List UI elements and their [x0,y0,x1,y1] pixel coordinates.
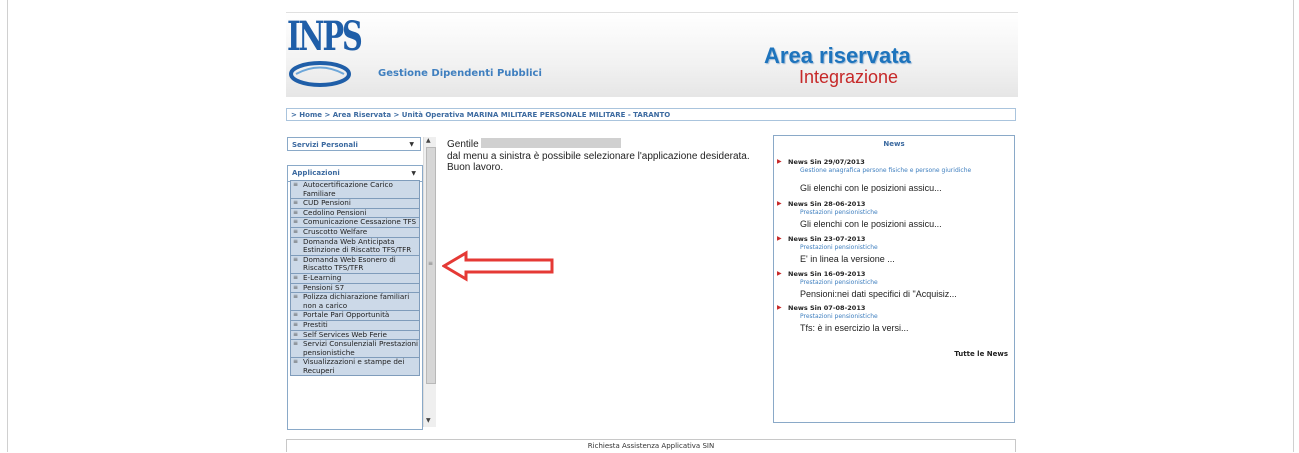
menu-item-label: Pensioni S7 [303,282,345,292]
servizi-label: Servizi Personali [292,141,358,149]
bullet-icon: ≡ [293,218,299,226]
menu-item-label: Cruscotto Welfare [303,226,368,236]
inps-logo[interactable]: INPS [286,15,366,95]
menu-item-label: Polizza dichiarazione familiari non a ca… [303,292,410,310]
menu-item-label: Autocertificazione Carico Familiare [303,180,393,198]
news-text[interactable]: Gli elenchi con le posizioni assicu... [800,183,942,193]
page-left-border [7,0,8,452]
menu-item-label: Domanda Web Esonero di Riscatto TFS/TFR [303,254,396,273]
scroll-up-icon[interactable]: ▲ [426,137,431,144]
bullet-icon: ≡ [293,273,299,281]
menu-item-label: Cedolino Pensioni [303,207,367,217]
news-text[interactable]: Tfs: è in esercizio la versi... [800,323,909,333]
area-subtitle: Integrazione [799,67,899,87]
menu-item-label: Self Services Web Ferie [303,329,387,339]
welcome-line-1: dal menu a sinistra è possibile selezion… [447,150,750,162]
bullet-icon: ≡ [293,208,299,216]
news-category[interactable]: Prestazioni pensionistiche [800,279,1010,286]
news-text[interactable]: E' in linea la versione ... [800,254,895,264]
scroll-down-icon[interactable]: ▼ [426,417,431,424]
bullet-icon: ≡ [293,255,299,263]
news-date: News Sin 23-07-2013 [788,235,866,243]
news-category[interactable]: Gestione anagrafica persone fisiche e pe… [800,167,1010,174]
logo-swoosh-icon [289,61,351,87]
menu-item-label: Comunicazione Cessazione TFS [303,217,417,227]
welcome-line-2: Buon lavoro. [447,162,504,173]
news-bullet-icon: ▶ [777,200,782,207]
menu-item-label: CUD Pensioni [303,198,351,208]
applicazioni-list: ≡ Autocertificazione Carico Familiare ≡ CU… [290,180,420,377]
dropdown-arrow-icon: ▼ [409,141,414,148]
news-title: News [883,140,905,148]
welcome-message: Gentile dal menu a sinistra è possibile … [447,138,767,174]
logo-text: INPS [287,13,363,60]
menu-item-label: E-Learning [303,272,342,282]
all-news-link[interactable]: Tutte le News [954,350,1008,358]
redacted-user-name [481,138,622,148]
page-right-border [1293,0,1294,452]
bullet-icon: ≡ [293,340,299,348]
area-riservata-title: Area riservata [764,43,911,68]
menu-item[interactable]: ≡ Polizza dichiarazione familiari non a c… [290,292,420,312]
applicazioni-label: Applicazioni [292,169,340,177]
menu-item[interactable]: ≡ Servizi Consulenziali Prestazioni pensi… [290,339,420,359]
dropdown-arrow-icon: ▼ [411,170,416,177]
bullet-icon: ≡ [293,199,299,207]
header-subtitle: Gestione Dipendenti Pubblici [378,68,542,79]
menu-item-label: Servizi Consulenziali Prestazioni pensio… [303,339,419,357]
news-category[interactable]: Prestazioni pensionistiche [800,244,1010,251]
news-date: News Sin 07-08-2013 [788,304,866,312]
news-bullet-icon: ▶ [777,235,782,242]
scroll-grip-icon: ≡ [428,260,434,267]
applicazioni-menu: Applicazioni ▼ ≡ Autocertificazione Caric… [287,165,423,430]
news-text[interactable]: Gli elenchi con le posizioni assicu... [800,219,942,229]
menu-item-label: Visualizzazioni e stampe dei Recuperi [303,357,405,375]
menu-item[interactable]: ≡ Visualizzazioni e stampe dei Recuperi [290,357,420,377]
news-bullet-icon: ▶ [777,158,782,165]
news-bullet-icon: ▶ [777,304,782,311]
news-text[interactable]: Pensioni:nei dati specifici di "Acquisiz… [800,289,957,299]
bullet-icon: ≡ [293,283,299,291]
news-category[interactable]: Prestazioni pensionistiche [800,313,1010,320]
news-date: News Sin 16-09-2013 [788,270,866,278]
menu-item[interactable]: ≡ Domanda Web Esonero di Riscatto TFS/TFR [290,254,420,274]
menu-item-label: Portale Pari Opportunità [303,310,390,320]
menu-item[interactable]: ≡ Domanda Web Anticipata Estinzione di Ri… [290,236,420,256]
footer-assistance-link[interactable]: Richiesta Assistenza Applicativa SIN [286,439,1016,452]
news-date: News Sin 28-06-2013 [788,200,866,208]
bullet-icon: ≡ [293,181,299,188]
bullet-icon: ≡ [293,227,299,235]
menu-scrollbar[interactable]: ▲ ≡ ▼ [423,137,436,427]
news-category[interactable]: Prestazioni pensionistiche [800,209,1010,216]
red-arrow-annotation-icon [442,250,554,282]
bullet-icon: ≡ [293,358,299,366]
menu-item-label: Domanda Web Anticipata Estinzione di Ris… [303,236,412,255]
menu-item[interactable]: ≡ Autocertificazione Carico Familiare [290,180,420,200]
greeting: Gentile [447,139,479,150]
bullet-icon: ≡ [293,311,299,319]
news-panel: News ▶ News Sin 29/07/2013 Gestione anag… [773,135,1015,423]
header-banner: INPS Gestione Dipendenti Pubblici Area r… [286,12,1018,97]
servizi-personali-dropdown[interactable]: Servizi Personali ▼ [287,137,421,151]
bullet-icon: ≡ [293,320,299,328]
news-bullet-icon: ▶ [777,270,782,277]
menu-item-label: Prestiti [303,319,328,329]
scroll-thumb[interactable]: ≡ [426,147,436,384]
bullet-icon: ≡ [293,330,299,338]
bullet-icon: ≡ [293,293,299,301]
news-date: News Sin 29/07/2013 [788,158,865,166]
breadcrumb[interactable]: > Home > Area Riservata > Unità Operativ… [286,108,1016,121]
bullet-icon: ≡ [293,237,299,245]
